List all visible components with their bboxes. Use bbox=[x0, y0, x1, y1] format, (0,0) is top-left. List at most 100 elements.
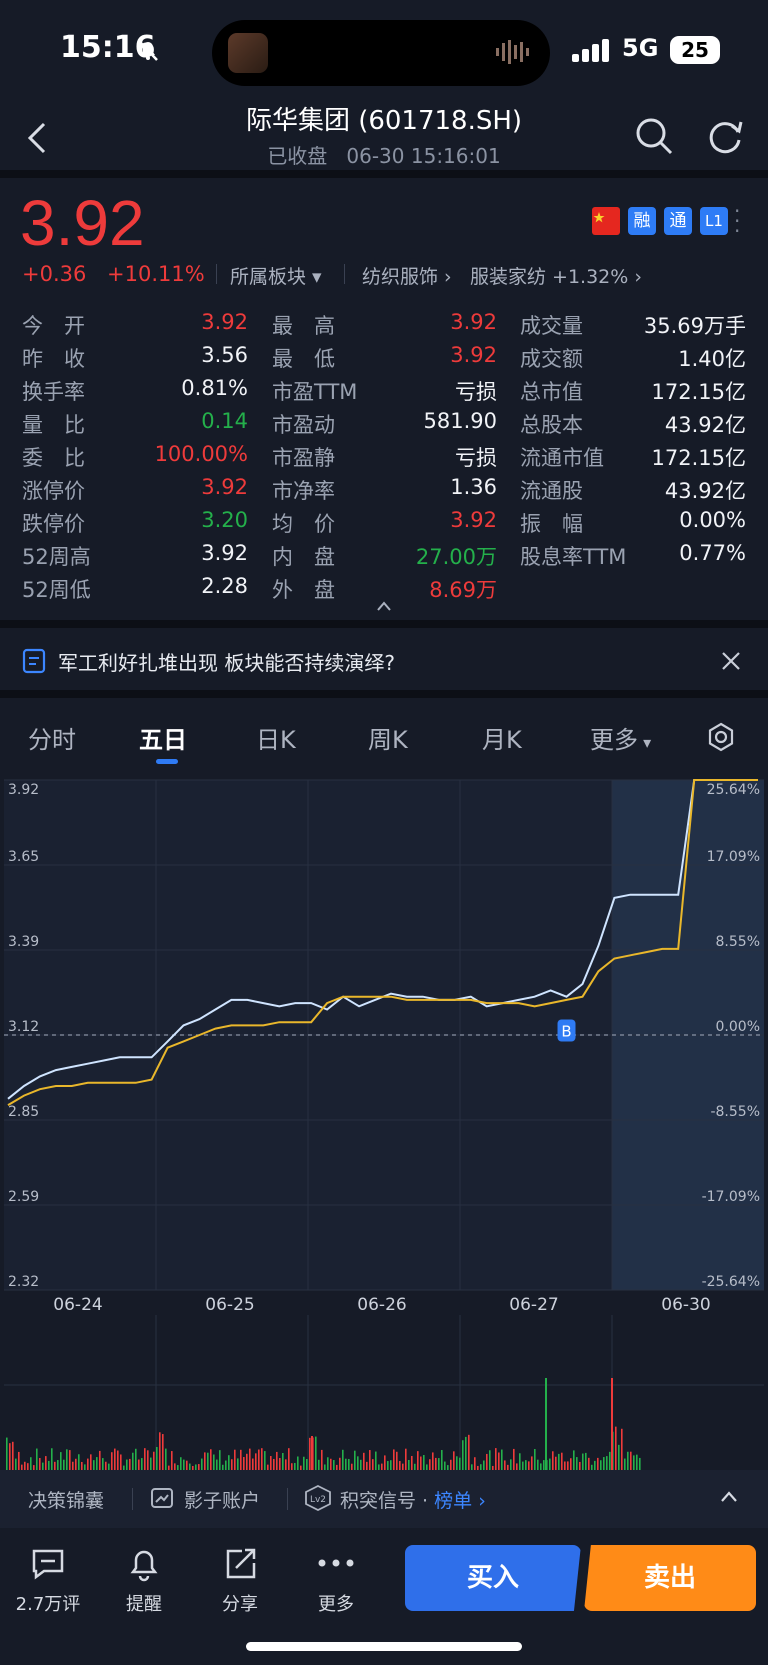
tab-more[interactable]: 更多 ▾ bbox=[590, 720, 651, 755]
refresh-icon[interactable] bbox=[706, 116, 746, 156]
expand-chevron-icon[interactable] bbox=[720, 1490, 738, 1504]
volume-bar bbox=[543, 1460, 545, 1470]
last-price: 3.92 bbox=[20, 187, 145, 259]
stat-label: 委 比 bbox=[22, 446, 85, 470]
volume-bar bbox=[354, 1450, 356, 1470]
volume-bar bbox=[519, 1453, 521, 1470]
tab-monthly-k[interactable]: 月K bbox=[482, 720, 522, 755]
volume-bar bbox=[63, 1459, 65, 1470]
volume-bar bbox=[369, 1450, 371, 1470]
stat-label: 成交量 bbox=[520, 314, 583, 338]
stat-value: 0.00% bbox=[679, 508, 746, 532]
share-icon[interactable] bbox=[222, 1546, 258, 1582]
decision-kit-link[interactable]: 决策锦囊 bbox=[28, 1486, 104, 1513]
news-headline[interactable]: 军工利好扎堆出现 板块能否持续演绎? bbox=[58, 647, 395, 676]
volume-bar bbox=[531, 1456, 533, 1470]
volume-bar bbox=[285, 1459, 287, 1470]
alert-label[interactable]: 提醒 bbox=[99, 1590, 189, 1616]
stat-label: 均 价 bbox=[272, 512, 335, 536]
shadow-account-icon bbox=[151, 1488, 173, 1508]
volume-bar bbox=[6, 1437, 8, 1470]
y-axis-label: 3.12 bbox=[8, 1019, 39, 1035]
tab-intraday[interactable]: 分时 bbox=[28, 720, 76, 755]
volume-bar bbox=[435, 1457, 437, 1470]
x-axis-label: 06-26 bbox=[357, 1295, 406, 1315]
volume-bar bbox=[405, 1448, 407, 1470]
settings-icon[interactable] bbox=[706, 722, 736, 752]
y-axis-label: 3.65 bbox=[8, 849, 39, 865]
buy-button[interactable]: 买入 bbox=[405, 1545, 581, 1611]
more-label[interactable]: 更多 bbox=[291, 1590, 381, 1616]
comment-icon[interactable] bbox=[30, 1546, 66, 1582]
stat-value: 43.92亿 bbox=[664, 413, 746, 437]
volume-bar bbox=[513, 1448, 515, 1470]
volume-bar bbox=[174, 1463, 176, 1470]
sell-button[interactable]: 卖出 bbox=[584, 1545, 756, 1611]
bell-icon[interactable] bbox=[126, 1546, 162, 1582]
volume-bar bbox=[585, 1452, 587, 1470]
comments-label[interactable]: 2.7万评 bbox=[3, 1590, 93, 1616]
shadow-account-link[interactable]: 影子账户 bbox=[184, 1486, 260, 1513]
y-axis-label: 3.39 bbox=[8, 934, 39, 950]
volume-bar bbox=[129, 1458, 131, 1470]
volume-bar bbox=[303, 1456, 305, 1470]
home-indicator[interactable] bbox=[246, 1642, 522, 1651]
volume-bar bbox=[87, 1458, 89, 1470]
sector-link-apparel[interactable]: 服装家纺 +1.32% › bbox=[470, 262, 642, 289]
stat-label: 量 比 bbox=[22, 413, 85, 437]
volume-bar bbox=[45, 1456, 47, 1470]
volume-bar bbox=[39, 1458, 41, 1470]
volume-bar bbox=[450, 1459, 452, 1470]
five-day-chart[interactable]: B 3.92 3.65 3.39 3.12 2.85 2.59 2.32 25.64% 17.09… bbox=[0, 770, 768, 1470]
stat-value: 0.81% bbox=[181, 376, 248, 400]
volume-bar bbox=[327, 1457, 329, 1470]
volume-bar bbox=[90, 1454, 92, 1470]
collapse-chevron-icon[interactable] bbox=[376, 600, 392, 612]
y-axis-pct-label: -17.09% bbox=[702, 1189, 760, 1205]
stat-label: 成交额 bbox=[520, 347, 583, 371]
volume-bar bbox=[138, 1459, 140, 1470]
tab-five-day[interactable]: 五日 bbox=[139, 720, 187, 755]
stat-label: 流通股 bbox=[520, 479, 583, 503]
volume-bar bbox=[465, 1436, 467, 1470]
volume-bar bbox=[516, 1463, 518, 1470]
volume-bar bbox=[396, 1451, 398, 1470]
volume-bar bbox=[438, 1458, 440, 1470]
more-dots-icon[interactable]: · · · bbox=[734, 201, 740, 241]
x-axis-label: 06-30 bbox=[661, 1295, 710, 1315]
volume-bar bbox=[105, 1461, 107, 1470]
volume-bar bbox=[408, 1459, 410, 1470]
sector-dropdown[interactable]: 所属板块 ▾ bbox=[230, 262, 322, 289]
close-icon[interactable] bbox=[720, 650, 742, 672]
volume-bar bbox=[18, 1451, 20, 1470]
volume-bar bbox=[342, 1449, 344, 1470]
volume-bar bbox=[276, 1451, 278, 1470]
search-icon[interactable] bbox=[634, 116, 674, 156]
stat-value: 27.00万 bbox=[415, 545, 497, 569]
volume-bar bbox=[114, 1448, 116, 1470]
volume-bar bbox=[504, 1460, 506, 1470]
volume-bar bbox=[66, 1449, 68, 1470]
volume-bar bbox=[333, 1460, 335, 1470]
volume-bar bbox=[207, 1452, 209, 1470]
y-axis-label: 3.92 bbox=[8, 782, 39, 798]
buy-marker-label: B bbox=[561, 1023, 571, 1041]
signal-link[interactable]: 积突信号 · 榜单 › bbox=[340, 1486, 486, 1513]
volume-bar bbox=[330, 1458, 332, 1470]
share-label[interactable]: 分享 bbox=[195, 1590, 285, 1616]
more-icon[interactable] bbox=[316, 1556, 356, 1570]
stat-value: 172.15亿 bbox=[651, 446, 746, 470]
volume-bar bbox=[237, 1458, 239, 1470]
volume-bar bbox=[15, 1458, 17, 1470]
volume-bar bbox=[549, 1458, 551, 1470]
volume-bar bbox=[345, 1458, 347, 1470]
volume-bar bbox=[483, 1460, 485, 1470]
tab-weekly-k[interactable]: 周K bbox=[368, 720, 408, 755]
stat-value: 3.92 bbox=[450, 508, 497, 532]
volume-bar bbox=[30, 1457, 32, 1470]
sector-link-textile[interactable]: 纺织服饰 › bbox=[362, 262, 452, 289]
network-type: 5G bbox=[622, 34, 659, 62]
china-flag-icon bbox=[592, 207, 620, 235]
volume-bar bbox=[186, 1460, 188, 1470]
tab-daily-k[interactable]: 日K bbox=[256, 720, 296, 755]
